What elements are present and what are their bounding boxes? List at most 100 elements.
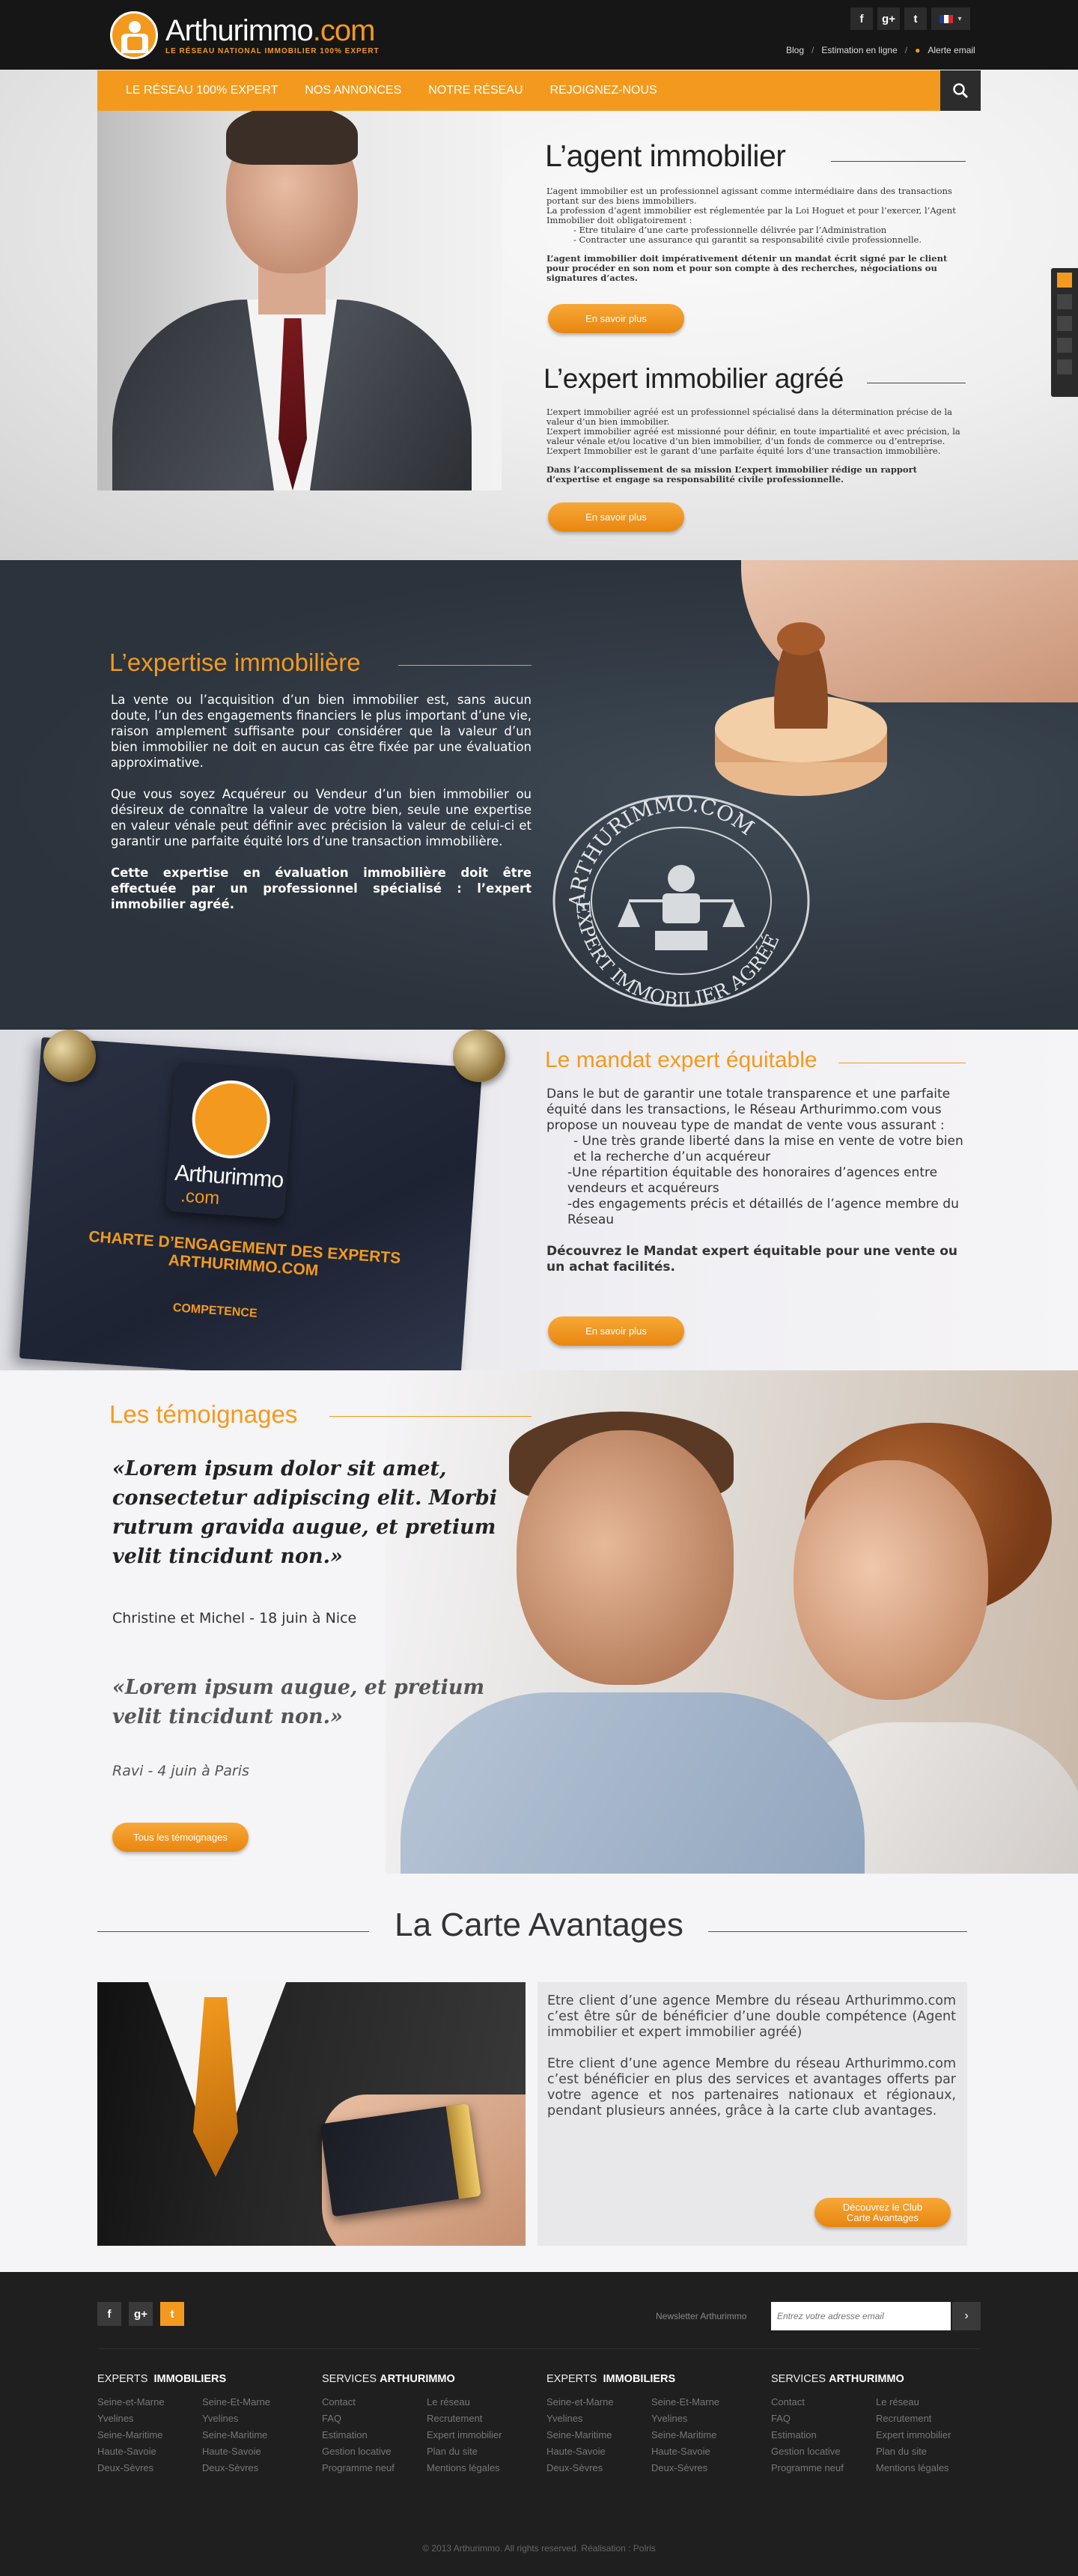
blog-link[interactable]: Blog [786,45,804,55]
board-logo: Arthurimmo .com [164,1061,295,1220]
twitter-icon[interactable]: t [160,2302,184,2326]
site-logo[interactable]: Arthurimmo.com LE RÉSEAU NATIONAL IMMOBI… [110,10,380,60]
footer-link[interactable]: Seine-Maritime [202,2427,307,2443]
charter-board-image: Arthurimmo .com CHARTE D’ENGAGEMENT DES … [19,1036,483,1390]
footer-link[interactable]: Plan du site [427,2443,532,2460]
carte-text: Etre client d’une agence Membre du résea… [547,1993,956,2118]
footer-link[interactable]: Plan du site [876,2443,981,2460]
carte-title: La Carte Avantages [395,1907,683,1943]
svg-text:ARTHURIMMO.COM: ARTHURIMMO.COM [564,792,759,910]
footer: f g+ t Newsletter Arthurimmo › EXPERTS I… [0,2272,1078,2576]
top-links: Blog / Estimation en ligne / ● Alerte em… [786,45,975,55]
footer-link[interactable]: Haute-Savoie [97,2443,202,2460]
footer-link[interactable]: Seine-Maritime [546,2427,651,2443]
footer-link[interactable]: Contact [771,2394,876,2411]
stamp-image [715,622,887,796]
footer-link[interactable]: Deux-Sèvres [97,2460,202,2476]
footer-link[interactable]: FAQ [322,2411,427,2427]
section-pager[interactable] [1051,268,1078,397]
couple-photo [386,1370,1078,1874]
logo-tagline: LE RÉSEAU NATIONAL IMMOBILIER 100% EXPER… [165,46,380,55]
title-divider [831,161,966,162]
nav-annonces[interactable]: NOS ANNONCES [305,84,401,97]
footer-link[interactable]: Yvelines [202,2411,307,2427]
pin-image [43,1030,96,1082]
footer-link[interactable]: Estimation [322,2427,427,2443]
footer-link[interactable]: Gestion locative [322,2443,427,2460]
footer-link[interactable]: Le réseau [427,2394,532,2411]
footer-link[interactable]: Programme neuf [322,2460,427,2476]
mandat-more-button[interactable]: En savoir plus [548,1316,684,1346]
footer-link[interactable]: Expert immobilier [876,2427,981,2443]
testimonial-quote: «Lorem ipsum dolor sit amet, consectetur… [112,1457,498,1568]
footer-link[interactable]: Seine-Et-Marne [651,2394,756,2411]
footer-link[interactable]: Haute-Savoie [202,2443,307,2460]
footer-link[interactable]: Seine-Maritime [651,2427,756,2443]
testimonials-section: Les témoignages «Lorem ipsum dolor sit a… [0,1370,1078,1874]
newsletter-submit-button[interactable]: › [952,2302,981,2330]
pager-dot[interactable] [1057,338,1072,353]
footer-column: EXPERTS IMMOBILIERS Seine-et-Marne Yveli… [546,2373,771,2476]
footer-link[interactable]: Seine-Maritime [97,2427,202,2443]
facebook-icon[interactable]: f [850,7,873,30]
club-card-photo [97,1982,526,2246]
footer-link[interactable]: Haute-Savoie [546,2443,651,2460]
newsletter-email-input[interactable] [771,2302,951,2330]
nav-rejoignez[interactable]: REJOIGNEZ-NOUS [550,84,657,97]
pager-dot[interactable] [1057,316,1072,331]
footer-link[interactable]: Expert immobilier [427,2427,532,2443]
footer-link[interactable]: Mentions légales [876,2460,981,2476]
footer-link[interactable]: Yvelines [546,2411,651,2427]
footer-link[interactable]: Deux-Sèvres [651,2460,756,2476]
footer-link[interactable]: Gestion locative [771,2443,876,2460]
footer-link[interactable]: Seine-et-Marne [97,2394,202,2411]
footer-link[interactable]: Recrutement [427,2411,532,2427]
footer-link[interactable]: Contact [322,2394,427,2411]
agent-more-button[interactable]: En savoir plus [548,304,684,333]
footer-link[interactable]: Yvelines [97,2411,202,2427]
nav-reseau-expert[interactable]: LE RÉSEAU 100% EXPERT [126,84,278,97]
footer-column: SERVICES ARTHURIMMO Contact FAQ Estimati… [322,2373,546,2476]
google-plus-icon[interactable]: g+ [877,7,900,30]
testimonials-title: Les témoignages [109,1400,298,1428]
facebook-icon[interactable]: f [97,2302,121,2326]
seal-top-text: ARTHURIMMO.COM [564,792,759,910]
agent-title: L’agent immobilier [545,139,786,173]
email-alert-link[interactable]: Alerte email [928,45,975,55]
social-links: f g+ t ▾ [850,7,970,30]
footer-link[interactable]: Recrutement [876,2411,981,2427]
footer-link[interactable]: Yvelines [651,2411,756,2427]
search-button[interactable] [940,70,981,111]
carte-info-box: Etre client d’une agence Membre du résea… [538,1982,967,2246]
language-select[interactable]: ▾ [931,7,970,30]
expertise-text: La vente ou l’acquisition d’un bien immo… [111,693,532,911]
expert-more-button[interactable]: En savoir plus [548,502,684,532]
club-card-button[interactable]: Découvrez le Club Carte Avantages [814,2198,951,2227]
title-divider [329,1416,532,1417]
footer-column: SERVICES ARTHURIMMO Contact FAQ Estimati… [771,2373,996,2476]
twitter-icon[interactable]: t [904,7,927,30]
pager-dot[interactable] [1057,359,1072,374]
footer-link[interactable]: Seine-et-Marne [546,2394,651,2411]
pager-dot[interactable] [1057,294,1072,309]
google-plus-icon[interactable]: g+ [129,2302,153,2326]
bell-icon: ● [915,45,921,55]
agent-photo [97,82,502,490]
footer-link[interactable]: Le réseau [876,2394,981,2411]
title-divider [708,1931,967,1932]
footer-link[interactable]: Deux-Sèvres [202,2460,307,2476]
footer-link[interactable]: Haute-Savoie [651,2443,756,2460]
footer-link[interactable]: Seine-Et-Marne [202,2394,307,2411]
footer-link[interactable]: Mentions légales [427,2460,532,2476]
pager-dot[interactable] [1057,273,1072,288]
nav-notre-reseau[interactable]: NOTRE RÉSEAU [428,84,523,97]
footer-link[interactable]: FAQ [771,2411,876,2427]
search-icon [953,83,969,99]
footer-link[interactable]: Deux-Sèvres [546,2460,651,2476]
estimation-link[interactable]: Estimation en ligne [821,45,897,55]
mandat-text: Dans le but de garantir une totale trans… [546,1087,963,1275]
all-testimonials-button[interactable]: Tous les témoignages [112,1823,249,1852]
chevron-down-icon: ▾ [957,14,962,23]
footer-link[interactable]: Programme neuf [771,2460,876,2476]
footer-link[interactable]: Estimation [771,2427,876,2443]
